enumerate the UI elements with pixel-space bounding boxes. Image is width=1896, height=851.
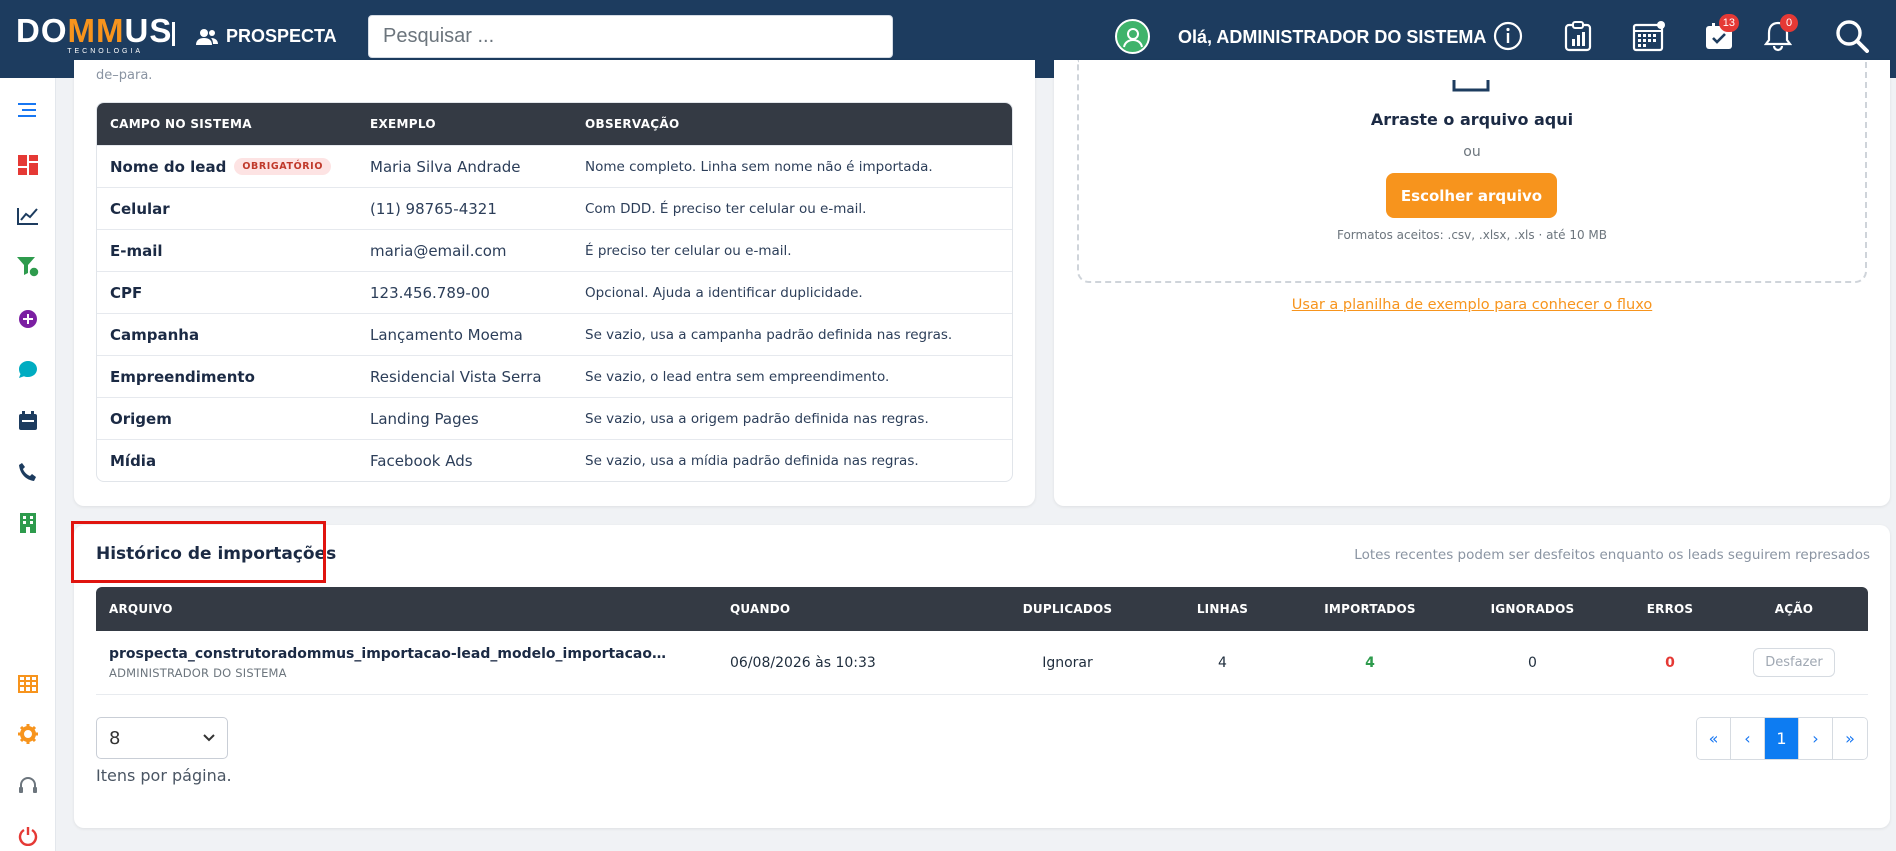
file-name: prospecta_construtoradommus_importacao-l… [109, 645, 669, 662]
duplicates-value: Ignorar [1042, 654, 1093, 671]
users-icon [196, 28, 218, 45]
table-row: CPF 123.456.789-00 Opcional. Ajuda a ide… [97, 271, 1012, 313]
dropzone-title: Arraste o arquivo aqui [1370, 110, 1574, 129]
dropzone-or: ou [1463, 144, 1481, 160]
notifications-badge: 0 [1780, 14, 1798, 32]
calendar-icon[interactable] [14, 407, 42, 435]
cut-off-text: de–para. [96, 68, 153, 83]
field-mapping-table: CAMPO NO SISTEMA EXEMPLO OBSERVAÇÃO Nome… [96, 102, 1013, 482]
table-row: E-mail maria@email.com É preciso ter cel… [97, 229, 1012, 271]
page-1-button[interactable]: 1 [1765, 718, 1799, 759]
funnel-icon[interactable] [14, 253, 42, 281]
errors-value: 0 [1665, 654, 1675, 671]
search-input[interactable] [369, 16, 892, 57]
per-page-label: Itens por página. [96, 766, 232, 785]
building-icon[interactable] [14, 509, 42, 537]
upload-icon [1452, 80, 1490, 92]
imported-value: 4 [1365, 654, 1375, 671]
user-circle-icon[interactable] [1115, 19, 1150, 54]
chevron-down-icon [203, 734, 215, 742]
table-row: Nome do lead OBRIGATÓRIO Maria Silva Andr… [97, 145, 1012, 187]
search-bar[interactable] [368, 15, 893, 58]
last-page-button[interactable]: » [1833, 718, 1867, 759]
chat-icon[interactable] [14, 356, 42, 384]
plus-circle-icon[interactable] [14, 305, 42, 333]
gear-icon[interactable] [14, 720, 42, 748]
next-page-button[interactable]: › [1799, 718, 1833, 759]
first-page-button[interactable]: « [1697, 718, 1731, 759]
dommus-logo[interactable]: DOMMUS TECNOLOGIA [16, 14, 172, 55]
table-row: Celular (11) 98765-4321 Com DDD. É preci… [97, 187, 1012, 229]
table-row: Empreendimento Residencial Vista Serra S… [97, 355, 1012, 397]
table-row: Campanha Lançamento Moema Se vazio, usa … [97, 313, 1012, 355]
dashboard-icon[interactable] [14, 151, 42, 179]
task-check-icon[interactable]: 13 [1701, 14, 1739, 54]
user-greeting: Olá, ADMINISTRADOR DO SISTEMA [1178, 27, 1487, 47]
table-header: CAMPO NO SISTEMA EXEMPLO OBSERVAÇÃO [97, 103, 1012, 145]
info-icon[interactable] [1490, 18, 1526, 54]
clipboard-chart-icon[interactable] [1560, 18, 1596, 54]
menu-icon[interactable] [14, 96, 42, 124]
prev-page-button[interactable]: ‹ [1731, 718, 1765, 759]
sidebar [0, 78, 56, 851]
required-tag: OBRIGATÓRIO [234, 158, 331, 175]
undo-button[interactable]: Desfazer [1753, 648, 1835, 677]
table-icon[interactable] [14, 670, 42, 698]
module-name: PROSPECTA [226, 26, 337, 46]
pagination: « ‹ 1 › » [1696, 717, 1868, 760]
history-note: Lotes recentes podem ser desfeitos enqua… [1354, 547, 1870, 563]
table-row: Mídia Facebook Ads Se vazio, usa a mídia… [97, 439, 1012, 481]
example-sheet-link[interactable]: Usar a planilha de exemplo para conhecer… [1077, 297, 1867, 313]
choose-file-button[interactable]: Escolher arquivo [1386, 173, 1557, 218]
per-page-value: 8 [109, 727, 121, 749]
tasks-badge: 13 [1718, 14, 1739, 32]
search-icon[interactable] [1834, 18, 1870, 54]
accepted-formats: Formatos aceitos: .csv, .xlsx, .xls · at… [1336, 228, 1608, 242]
lines-value: 4 [1218, 654, 1227, 671]
headset-icon[interactable] [14, 772, 42, 800]
logo-separator [172, 22, 175, 46]
table-row: Origem Landing Pages Se vazio, usa a ori… [97, 397, 1012, 439]
power-icon[interactable] [14, 822, 42, 850]
history-table: ARQUIVO QUANDO DUPLICADOS LINHAS IMPORTA… [96, 587, 1868, 695]
import-date: 06/08/2026 às 10:33 [730, 654, 876, 671]
file-user: ADMINISTRADOR DO SISTEMA [109, 665, 287, 680]
bell-icon[interactable]: 0 [1760, 14, 1798, 54]
highlight-box [71, 521, 326, 583]
table-header: ARQUIVO QUANDO DUPLICADOS LINHAS IMPORTA… [96, 587, 1868, 631]
per-page-select[interactable]: 8 [96, 717, 228, 759]
module-title: PROSPECTA [196, 26, 337, 47]
table-row: prospecta_construtoradommus_importacao-l… [96, 631, 1868, 695]
chart-line-icon[interactable] [14, 202, 42, 230]
phone-icon[interactable] [14, 458, 42, 486]
ignored-value: 0 [1528, 654, 1537, 671]
calendar-icon[interactable] [1631, 18, 1667, 54]
